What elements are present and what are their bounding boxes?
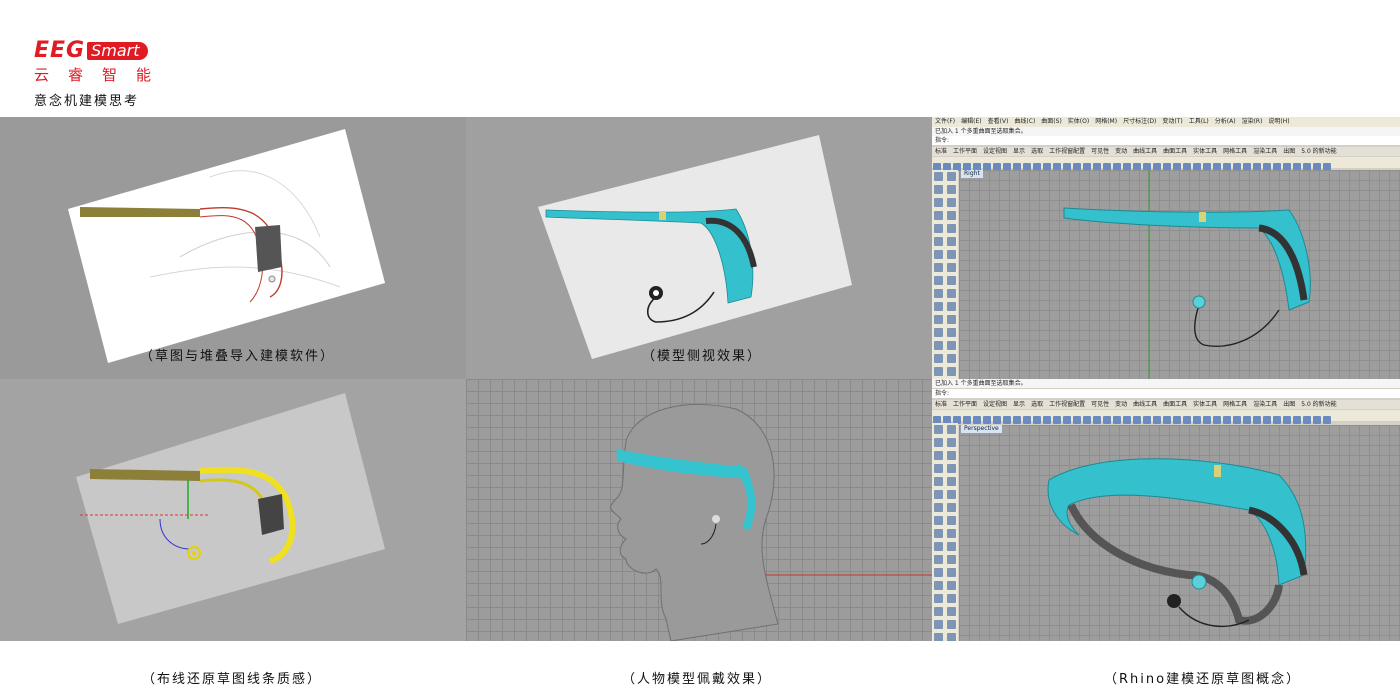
tab[interactable]: 标准	[935, 401, 947, 408]
sketch-import-illustration	[68, 129, 385, 363]
side-view-illustration	[538, 135, 852, 359]
tab[interactable]: 实体工具	[1193, 401, 1217, 408]
menu-item[interactable]: 实体(O)	[1068, 118, 1089, 125]
caption-side-view: （模型侧视效果）	[642, 349, 763, 364]
tab[interactable]: 渲染工具	[1253, 401, 1277, 408]
command-history: 已加入 1 个多重曲面至选取集合。	[932, 127, 1400, 136]
logo-eeg-text: EEG	[34, 38, 86, 63]
rhino-menubar: 文件(F) 编辑(E) 查看(V) 曲线(C) 曲面(S) 实体(O) 网格(M) 尺寸标注(…	[932, 117, 1400, 127]
wiring-illustration	[76, 393, 385, 624]
tab[interactable]: 可见性	[1091, 401, 1109, 408]
menu-item[interactable]: 曲线(C)	[1014, 118, 1035, 125]
tab[interactable]: 选取	[1031, 148, 1043, 155]
caption-wearing: （人物模型佩戴效果）	[622, 672, 773, 687]
tab[interactable]: 设定视图	[983, 148, 1007, 155]
tab[interactable]: 5.0 的新功能	[1301, 148, 1336, 155]
caption-sketch-import: （草图与堆叠导入建模软件）	[140, 349, 336, 364]
model-perspective-view	[1047, 458, 1308, 628]
command-history: 已加入 1 个多重曲面至选取集合。	[932, 379, 1400, 388]
menu-item[interactable]: 分析(A)	[1215, 118, 1236, 125]
menu-item[interactable]: 说明(H)	[1268, 118, 1289, 125]
panel-sketch-import: （草图与堆叠导入建模软件）	[0, 117, 466, 379]
toolbar-tabs: 标准 工作平面 设定视图 显示 选取 工作视窗配置 可见性 变动 曲线工具 曲面工具 实体工具 网格工…	[932, 400, 1400, 409]
viewport-right[interactable]: Right	[959, 170, 1400, 379]
tab[interactable]: 网格工具	[1223, 401, 1247, 408]
menu-item[interactable]: 查看(V)	[988, 118, 1009, 125]
tab[interactable]: 选取	[1031, 401, 1043, 408]
logo-chinese-text: 云睿智能	[34, 66, 171, 84]
menu-item[interactable]: 尺寸标注(D)	[1123, 118, 1156, 125]
rhino-window-perspective: 已加入 1 个多重曲面至选取集合。 指令: 标准 工作平面 设定视图 显示 选取 工作视窗…	[932, 379, 1400, 641]
viewport-label[interactable]: Perspective	[961, 425, 1002, 433]
viewport-perspective[interactable]: Perspective	[959, 425, 1400, 641]
tab[interactable]: 网格工具	[1223, 148, 1247, 155]
tab[interactable]: 渲染工具	[1253, 148, 1277, 155]
tab[interactable]: 曲面工具	[1163, 148, 1187, 155]
tab[interactable]: 工作视窗配置	[1049, 401, 1085, 408]
panel-wiring	[0, 379, 466, 641]
model-right-view	[1063, 170, 1311, 379]
logo-wordmark: EEG Smart	[34, 40, 148, 62]
panel-wearing	[466, 379, 932, 641]
tab[interactable]: 标准	[935, 148, 947, 155]
tab[interactable]: 工作视窗配置	[1049, 148, 1085, 155]
tab[interactable]: 出图	[1283, 148, 1295, 155]
caption-wiring: （布线还原草图线条质感）	[142, 672, 323, 687]
menu-item[interactable]: 编辑(E)	[961, 118, 981, 125]
viewport-label[interactable]: Right	[961, 170, 983, 178]
tab[interactable]: 显示	[1013, 148, 1025, 155]
standard-toolbar[interactable]	[932, 157, 1400, 171]
tab[interactable]: 曲线工具	[1133, 401, 1157, 408]
tab[interactable]: 显示	[1013, 401, 1025, 408]
tab[interactable]: 曲线工具	[1133, 148, 1157, 155]
tab[interactable]: 实体工具	[1193, 148, 1217, 155]
menu-item[interactable]: 变动(T)	[1162, 118, 1182, 125]
tab[interactable]: 变动	[1115, 401, 1127, 408]
menu-item[interactable]: 网格(M)	[1095, 118, 1117, 125]
tab[interactable]: 出图	[1283, 401, 1295, 408]
menu-item[interactable]: 文件(F)	[935, 118, 955, 125]
tab[interactable]: 设定视图	[983, 401, 1007, 408]
menu-item[interactable]: 曲面(S)	[1041, 118, 1062, 125]
caption-rhino: （Rhino建模还原草图概念）	[1104, 672, 1302, 687]
standard-toolbar[interactable]	[932, 410, 1400, 424]
tab[interactable]: 工作平面	[953, 401, 977, 408]
page-subtitle: 意念机建模思考	[34, 94, 140, 109]
command-prompt[interactable]: 指令:	[932, 136, 1400, 145]
tab[interactable]: 变动	[1115, 148, 1127, 155]
command-prompt[interactable]: 指令:	[932, 389, 1400, 398]
tab[interactable]: 曲面工具	[1163, 401, 1187, 408]
menu-item[interactable]: 渲染(R)	[1242, 118, 1263, 125]
head-model-illustration	[610, 403, 932, 641]
tab[interactable]: 5.0 的新功能	[1301, 401, 1336, 408]
menu-item[interactable]: 工具(L)	[1189, 118, 1209, 125]
tab[interactable]: 工作平面	[953, 148, 977, 155]
logo-smart-text: Smart	[87, 42, 148, 60]
rhino-window-right: 文件(F) 编辑(E) 查看(V) 曲线(C) 曲面(S) 实体(O) 网格(M) 尺寸标注(…	[932, 117, 1400, 379]
side-toolbar[interactable]	[932, 423, 958, 641]
panel-side-view: （模型侧视效果）	[466, 117, 932, 379]
tab[interactable]: 可见性	[1091, 148, 1109, 155]
toolbar-tabs: 标准 工作平面 设定视图 显示 选取 工作视窗配置 可见性 变动 曲线工具 曲面工具 实体工具 网格工…	[932, 147, 1400, 156]
side-toolbar[interactable]	[932, 170, 958, 379]
